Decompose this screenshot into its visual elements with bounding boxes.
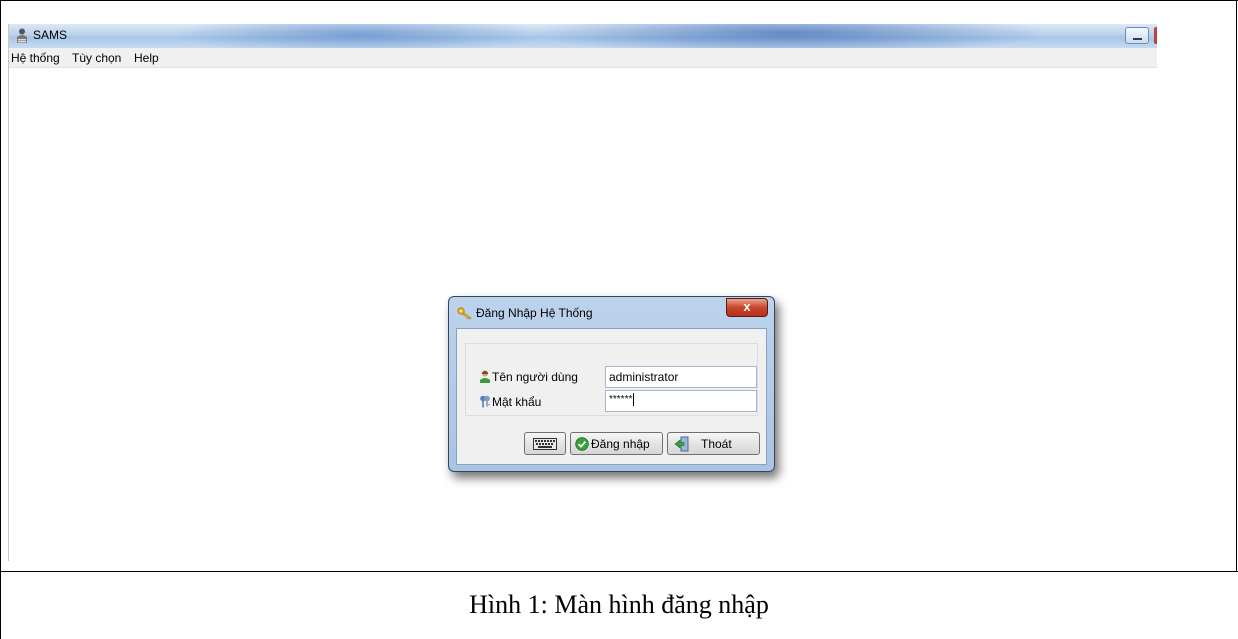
login-dialog: Đăng Nhập Hệ Thống x Tên người dùng admi… bbox=[448, 296, 775, 472]
exit-door-icon bbox=[674, 436, 689, 452]
password-field-value: ****** bbox=[609, 394, 633, 406]
login-button[interactable]: Đăng nhập bbox=[570, 432, 663, 455]
document-table-divider bbox=[0, 571, 1238, 572]
title-bar[interactable]: SAMS bbox=[9, 24, 1157, 48]
close-button[interactable]: x bbox=[726, 298, 768, 317]
app-window: SAMS Hệ thống Tùy chọn Help bbox=[8, 24, 1157, 561]
keyboard-icon bbox=[533, 438, 557, 450]
menu-item-help[interactable]: Help bbox=[134, 51, 159, 65]
dialog-body: Tên người dùng administrator Mật khẩu **… bbox=[456, 328, 767, 465]
username-label: Tên người dùng bbox=[492, 370, 578, 384]
menu-bar: Hệ thống Tùy chọn Help bbox=[9, 48, 1157, 68]
password-field[interactable]: ****** bbox=[605, 390, 757, 412]
user-icon bbox=[480, 370, 490, 383]
username-field[interactable]: administrator bbox=[605, 366, 757, 388]
document-table-right-border bbox=[1236, 0, 1237, 572]
key-icon bbox=[457, 307, 472, 320]
maximize-button-edge[interactable] bbox=[1154, 27, 1157, 44]
keys-icon bbox=[480, 395, 490, 408]
title-bar-glass-highlight bbox=[169, 24, 549, 48]
exit-button-label: Thoát bbox=[701, 437, 732, 451]
text-caret bbox=[633, 393, 635, 406]
virtual-keyboard-button[interactable] bbox=[524, 432, 566, 455]
window-title: SAMS bbox=[33, 28, 68, 42]
database-person-icon bbox=[17, 28, 27, 43]
check-circle-icon bbox=[575, 437, 589, 451]
menu-item-he-thong[interactable]: Hệ thống bbox=[11, 51, 60, 65]
title-bar-glass-highlight bbox=[529, 24, 1049, 48]
menu-item-tuy-chon[interactable]: Tùy chọn bbox=[72, 51, 121, 65]
minimize-button[interactable] bbox=[1125, 27, 1149, 44]
login-button-label: Đăng nhập bbox=[591, 437, 650, 451]
dialog-title: Đăng Nhập Hệ Thống bbox=[476, 306, 593, 320]
exit-button[interactable]: Thoát bbox=[667, 432, 760, 455]
password-label: Mật khẩu bbox=[492, 395, 542, 409]
figure-caption: Hình 1: Màn hình đăng nhập bbox=[469, 590, 769, 619]
